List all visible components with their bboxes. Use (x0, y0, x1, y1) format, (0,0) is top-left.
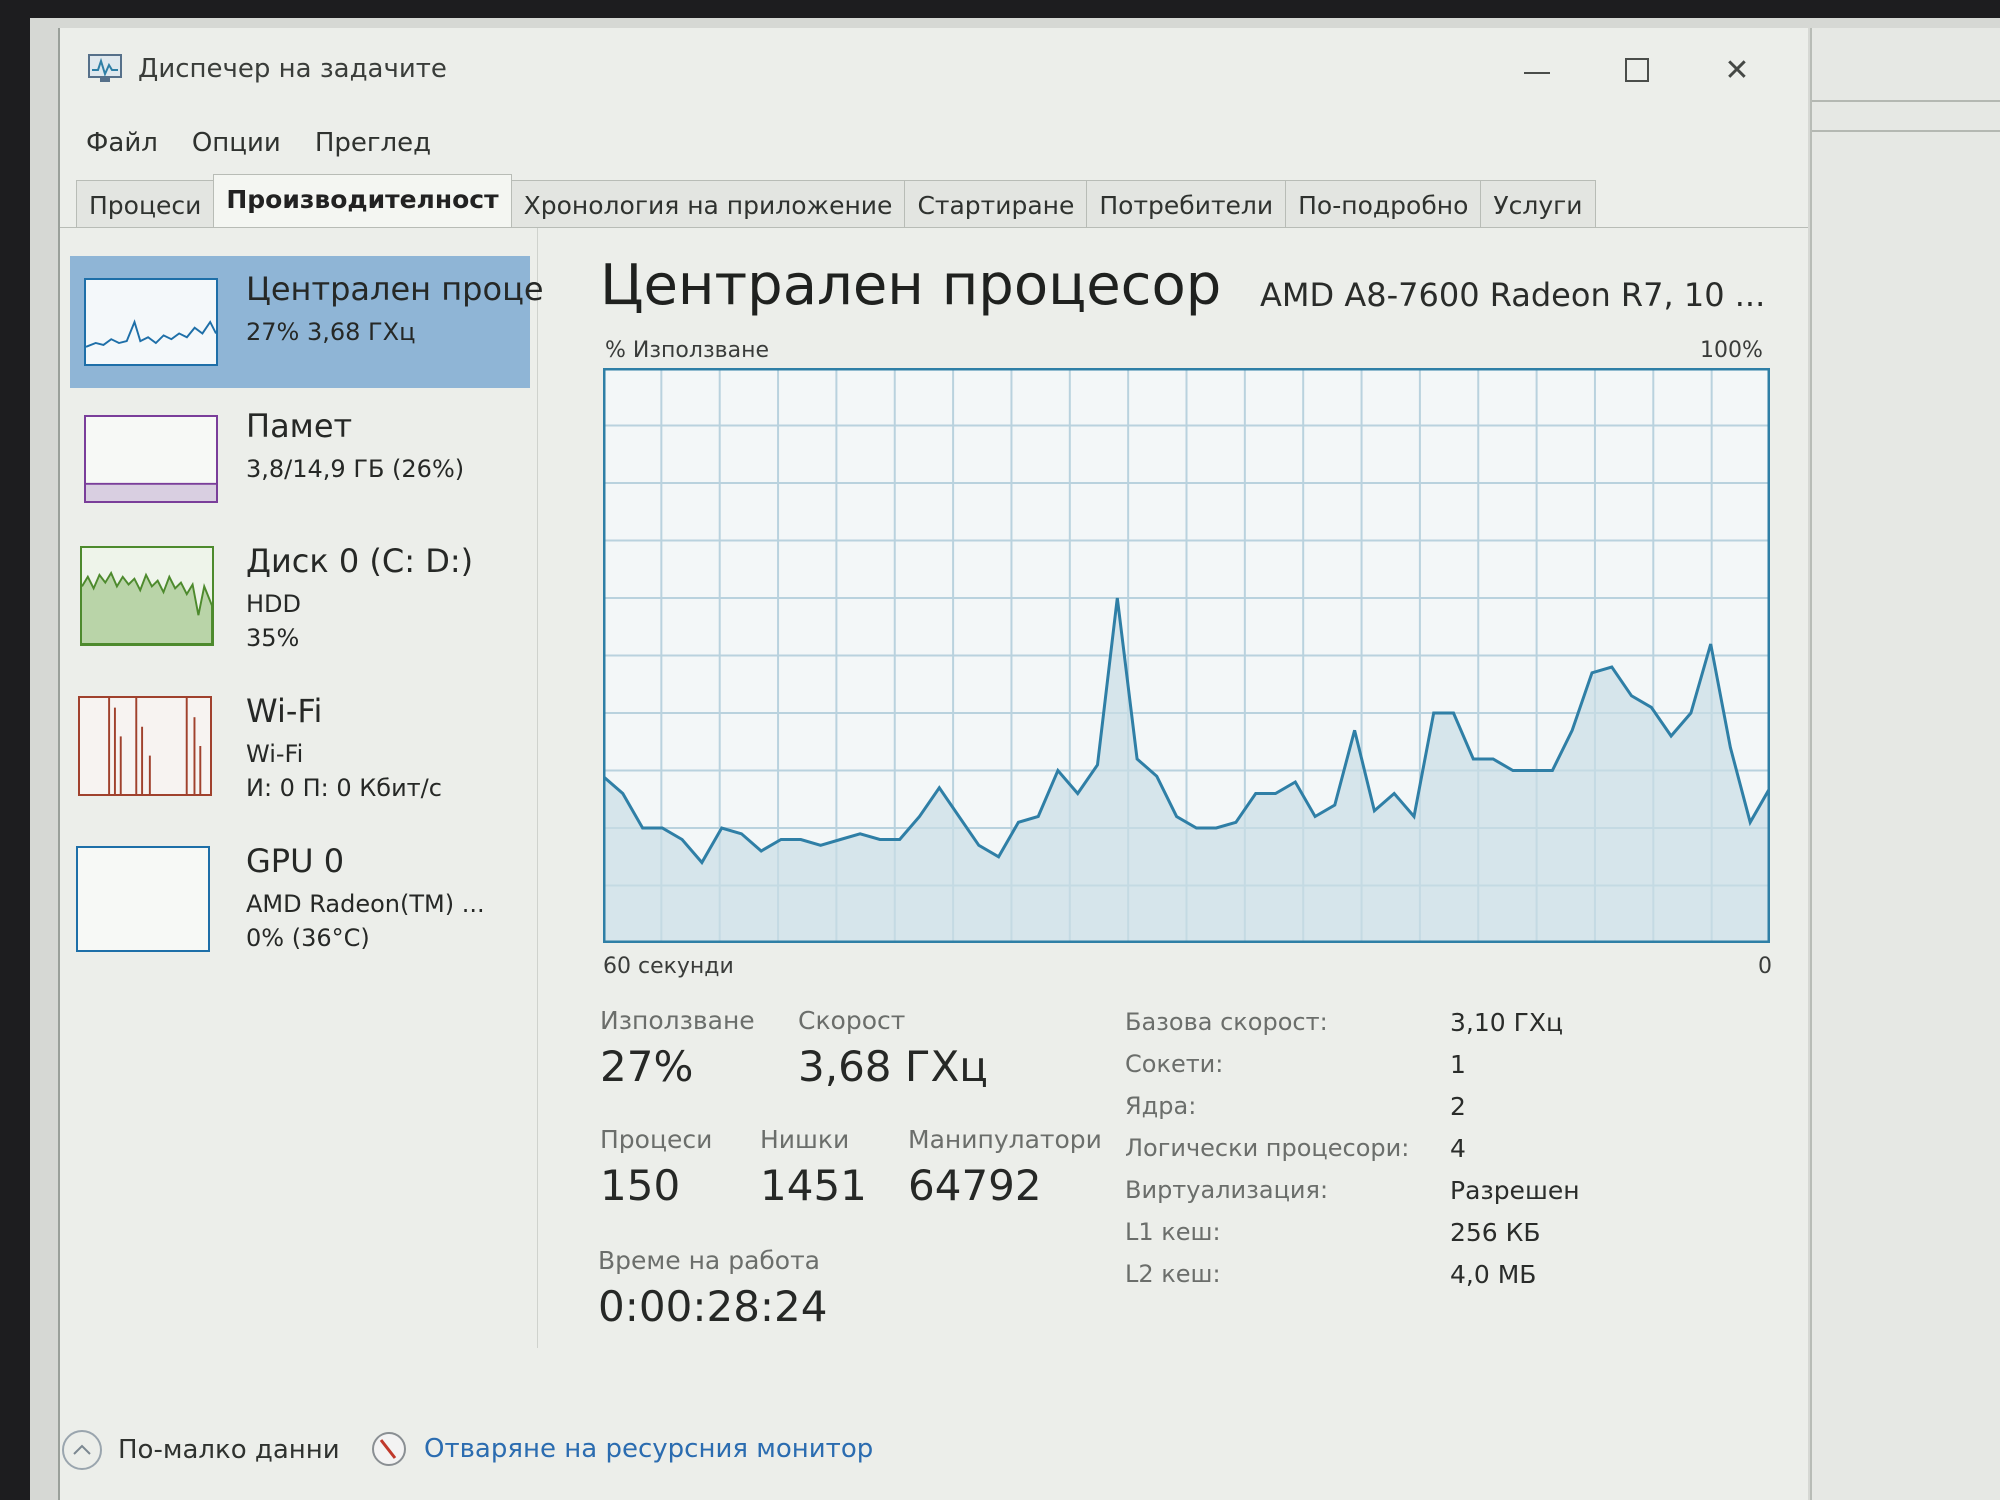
sidebar-item-label: Памет (246, 407, 353, 445)
usage-value: 27% (600, 1042, 694, 1091)
detail-value: 256 КБ (1450, 1218, 1541, 1247)
usage-label: Използване (600, 1006, 755, 1035)
fewer-details-button[interactable]: По-малко данни (62, 1430, 340, 1470)
open-resource-monitor-label: Отваряне на ресурсния монитор (424, 1434, 874, 1464)
window-title: Диспечер на задачите (138, 54, 447, 84)
detail-key: L1 кеш: (1125, 1218, 1221, 1246)
sidebar-item-label: Централен проце (246, 270, 544, 308)
handles-label: Манипулатори (908, 1125, 1102, 1154)
minimize-button[interactable] (1500, 42, 1574, 98)
sidebar-item-cpu[interactable]: Централен проце 27% 3,68 ГХц (70, 256, 544, 388)
tab-processes[interactable]: Процеси (76, 180, 215, 228)
task-manager-icon (88, 54, 122, 82)
speed-value: 3,68 ГХц (798, 1042, 988, 1091)
detail-key: Сокети: (1125, 1050, 1224, 1078)
task-manager-window: Диспечер на задачите ✕ Файл Опции Прегле… (58, 28, 1808, 1500)
sidebar-item-detail: AMD Radeon(TM) ... (246, 890, 485, 918)
tab-performance[interactable]: Производителност (213, 174, 512, 228)
menu-view[interactable]: Преглед (315, 128, 431, 168)
maximize-button[interactable] (1600, 42, 1674, 98)
detail-key: Ядра: (1125, 1092, 1197, 1120)
cpu-thumbnail-graph (84, 278, 218, 366)
disk-thumbnail-graph (80, 546, 214, 646)
tab-services[interactable]: Услуги (1480, 180, 1596, 228)
detail-value: 2 (1450, 1092, 1466, 1121)
sidebar-item-wifi[interactable]: Wi-Fi Wi-Fi И: 0 П: 0 Кбит/с (70, 678, 530, 810)
detail-value: 4 (1450, 1134, 1466, 1163)
tab-app-history[interactable]: Хронология на приложение (510, 180, 906, 228)
detail-key: Логически процесори: (1125, 1134, 1410, 1162)
sidebar-item-detail: 27% 3,68 ГХц (246, 318, 416, 346)
gpu-thumbnail-graph (76, 846, 210, 952)
sidebar-item-throughput: И: 0 П: 0 Кбит/с (246, 774, 442, 802)
tab-strip: Процеси Производителност Хронология на п… (76, 174, 1596, 228)
menu-options[interactable]: Опции (192, 128, 281, 168)
sidebar-item-label: GPU 0 (246, 842, 345, 880)
sidebar-item-label: Wi-Fi (246, 692, 323, 730)
resource-monitor-icon (372, 1432, 406, 1466)
background-divider (1812, 100, 2000, 102)
sidebar-item-gpu[interactable]: GPU 0 AMD Radeon(TM) ... 0% (36°C) (70, 828, 530, 960)
maximize-icon (1625, 58, 1649, 82)
uptime-label: Време на работа (598, 1246, 820, 1275)
performance-sidebar: Централен проце 27% 3,68 ГХц Памет 3,8/1… (60, 228, 544, 1348)
minimize-icon (1524, 72, 1550, 74)
sidebar-item-usage: 35% (246, 624, 300, 652)
sidebar-item-label: Диск 0 (C: D:) (246, 542, 474, 580)
sidebar-item-disk[interactable]: Диск 0 (C: D:) HDD 35% (70, 528, 530, 660)
close-button[interactable]: ✕ (1700, 42, 1774, 98)
title-bar: Диспечер на задачите ✕ (60, 28, 1808, 110)
background-divider (1812, 130, 2000, 132)
chevron-up-icon (62, 1430, 102, 1470)
graph-label-max: 100% (1700, 338, 1763, 363)
memory-thumbnail-graph (84, 415, 218, 503)
page-title: Централен процесор (600, 253, 1222, 318)
background-window (1810, 28, 2000, 1500)
sidebar-item-detail: 3,8/14,9 ГБ (26%) (246, 455, 465, 483)
sidebar-item-detail: Wi-Fi (246, 740, 304, 768)
open-resource-monitor-link[interactable]: Отваряне на ресурсния монитор (370, 1430, 873, 1468)
wifi-thumbnail-graph (78, 696, 212, 796)
detail-key: Виртуализация: (1125, 1176, 1329, 1204)
tab-users[interactable]: Потребители (1086, 180, 1287, 228)
menu-file[interactable]: Файл (86, 128, 158, 168)
graph-axis-right: 0 (1758, 954, 1772, 979)
detail-key: Базова скорост: (1125, 1008, 1328, 1036)
threads-label: Нишки (760, 1125, 850, 1154)
menu-bar: Файл Опции Преглед (86, 128, 431, 168)
detail-value: 1 (1450, 1050, 1466, 1079)
processes-label: Процеси (600, 1125, 713, 1154)
uptime-value: 0:00:28:24 (598, 1282, 828, 1331)
processes-value: 150 (600, 1161, 681, 1210)
fewer-details-label: По-малко данни (118, 1435, 340, 1465)
sidebar-item-memory[interactable]: Памет 3,8/14,9 ГБ (26%) (70, 393, 530, 525)
graph-axis-left: 60 секунди (603, 954, 734, 979)
detail-value: 3,10 ГХц (1450, 1008, 1564, 1037)
tab-startup[interactable]: Стартиране (904, 180, 1088, 228)
sidebar-item-usage: 0% (36°C) (246, 924, 370, 952)
cpu-usage-graph (603, 368, 1770, 943)
sidebar-item-detail: HDD (246, 590, 302, 618)
detail-value: Разрешен (1450, 1176, 1580, 1205)
cpu-model-name: AMD A8-7600 Radeon R7, 10 ... (1260, 276, 1766, 314)
tab-details[interactable]: По-подробно (1285, 180, 1482, 228)
detail-value: 4,0 МБ (1450, 1260, 1537, 1289)
threads-value: 1451 (760, 1161, 867, 1210)
detail-key: L2 кеш: (1125, 1260, 1221, 1288)
close-icon: ✕ (1724, 52, 1750, 88)
speed-label: Скорост (798, 1006, 906, 1035)
graph-label-usage: % Използване (605, 338, 770, 363)
handles-value: 64792 (908, 1161, 1042, 1210)
